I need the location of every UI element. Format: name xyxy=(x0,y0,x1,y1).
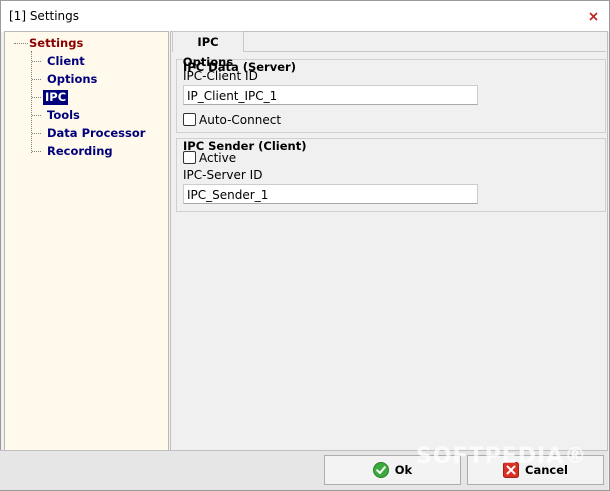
check-icon xyxy=(372,462,389,478)
softpedia-watermark: SOFTPEDIA® xyxy=(416,444,588,469)
auto-connect-checkbox[interactable] xyxy=(183,113,196,126)
window-title: [1] Settings xyxy=(9,9,80,23)
tab-ipc-options[interactable]: IPC Options xyxy=(172,31,244,69)
tree-item-recording[interactable]: Recording xyxy=(45,144,115,159)
tree-item-settings[interactable]: Settings xyxy=(27,36,85,51)
ipc-server-id-input[interactable]: IPC_Sender_1 xyxy=(183,184,478,204)
close-icon xyxy=(588,11,598,21)
tree-item-tools[interactable]: Tools xyxy=(45,108,82,123)
tree-item-ipc[interactable]: IPC xyxy=(43,90,69,105)
settings-tree: Settings Client Options IPC Tools Data P… xyxy=(4,31,169,451)
ok-button-label: Ok xyxy=(394,463,413,477)
active-checkbox[interactable] xyxy=(183,151,196,164)
ipc-server-id-label: IPC-Server ID xyxy=(183,168,263,182)
ipc-client-id-input[interactable]: IP_Client_IPC_1 xyxy=(183,85,478,105)
close-button[interactable] xyxy=(585,7,601,25)
tree-item-options[interactable]: Options xyxy=(45,72,99,87)
active-label: Active xyxy=(199,151,237,165)
tree-item-client[interactable]: Client xyxy=(45,54,87,69)
title-bar: [1] Settings xyxy=(1,1,609,32)
tree-item-data-processor[interactable]: Data Processor xyxy=(45,126,147,141)
auto-connect-label: Auto-Connect xyxy=(199,113,282,127)
